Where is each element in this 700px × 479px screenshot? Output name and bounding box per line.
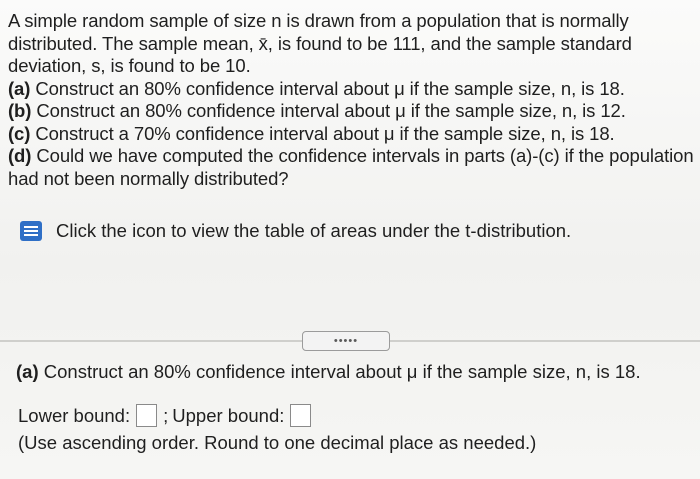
part-text: Construct a 70% confidence interval abou…: [35, 122, 615, 144]
part-b-question: (b) Construct an 80% confidence interval…: [8, 100, 696, 123]
part-text: Construct an 80% confidence interval abo…: [36, 100, 626, 121]
part-c-question: (c) Construct a 70% confidence interval …: [8, 123, 696, 146]
part-text: Construct an 80% confidence interval abo…: [43, 361, 641, 382]
bounds-separator: ;: [163, 404, 169, 426]
rounding-note: (Use ascending order. Round to one decim…: [18, 432, 537, 453]
part-label: (d): [8, 145, 32, 166]
expand-toggle-button[interactable]: •••••: [302, 331, 390, 351]
part-d-question: (d) Could we have computed the confidenc…: [8, 145, 696, 190]
part-text: Could we have computed the confidence in…: [8, 145, 694, 189]
question-text: A simple random sample of size n is draw…: [8, 10, 696, 190]
table-icon[interactable]: [20, 221, 42, 241]
part-label: (a): [16, 361, 39, 382]
question-page: A simple random sample of size n is draw…: [0, 0, 700, 479]
upper-bound-input[interactable]: [290, 404, 312, 427]
part-label: (a): [8, 77, 31, 99]
t-table-hint: Click the icon to view the table of area…: [20, 220, 571, 242]
part-text: Construct an 80% confidence interval abo…: [35, 77, 625, 99]
answer-part-heading: (a) Construct an 80% confidence interval…: [16, 361, 641, 383]
question-intro: A simple random sample of size n is draw…: [8, 10, 632, 76]
part-label: (b): [8, 100, 32, 121]
bounds-row: Lower bound: ; Upper bound:: [18, 404, 317, 427]
lower-bound-label: Lower bound:: [18, 404, 131, 426]
upper-bound-label: Upper bound:: [172, 404, 285, 426]
hint-text: Click the icon to view the table of area…: [56, 220, 572, 241]
lower-bound-input[interactable]: [136, 404, 158, 427]
part-a-question: (a) Construct an 80% confidence interval…: [8, 78, 696, 101]
part-label: (c): [8, 122, 31, 144]
